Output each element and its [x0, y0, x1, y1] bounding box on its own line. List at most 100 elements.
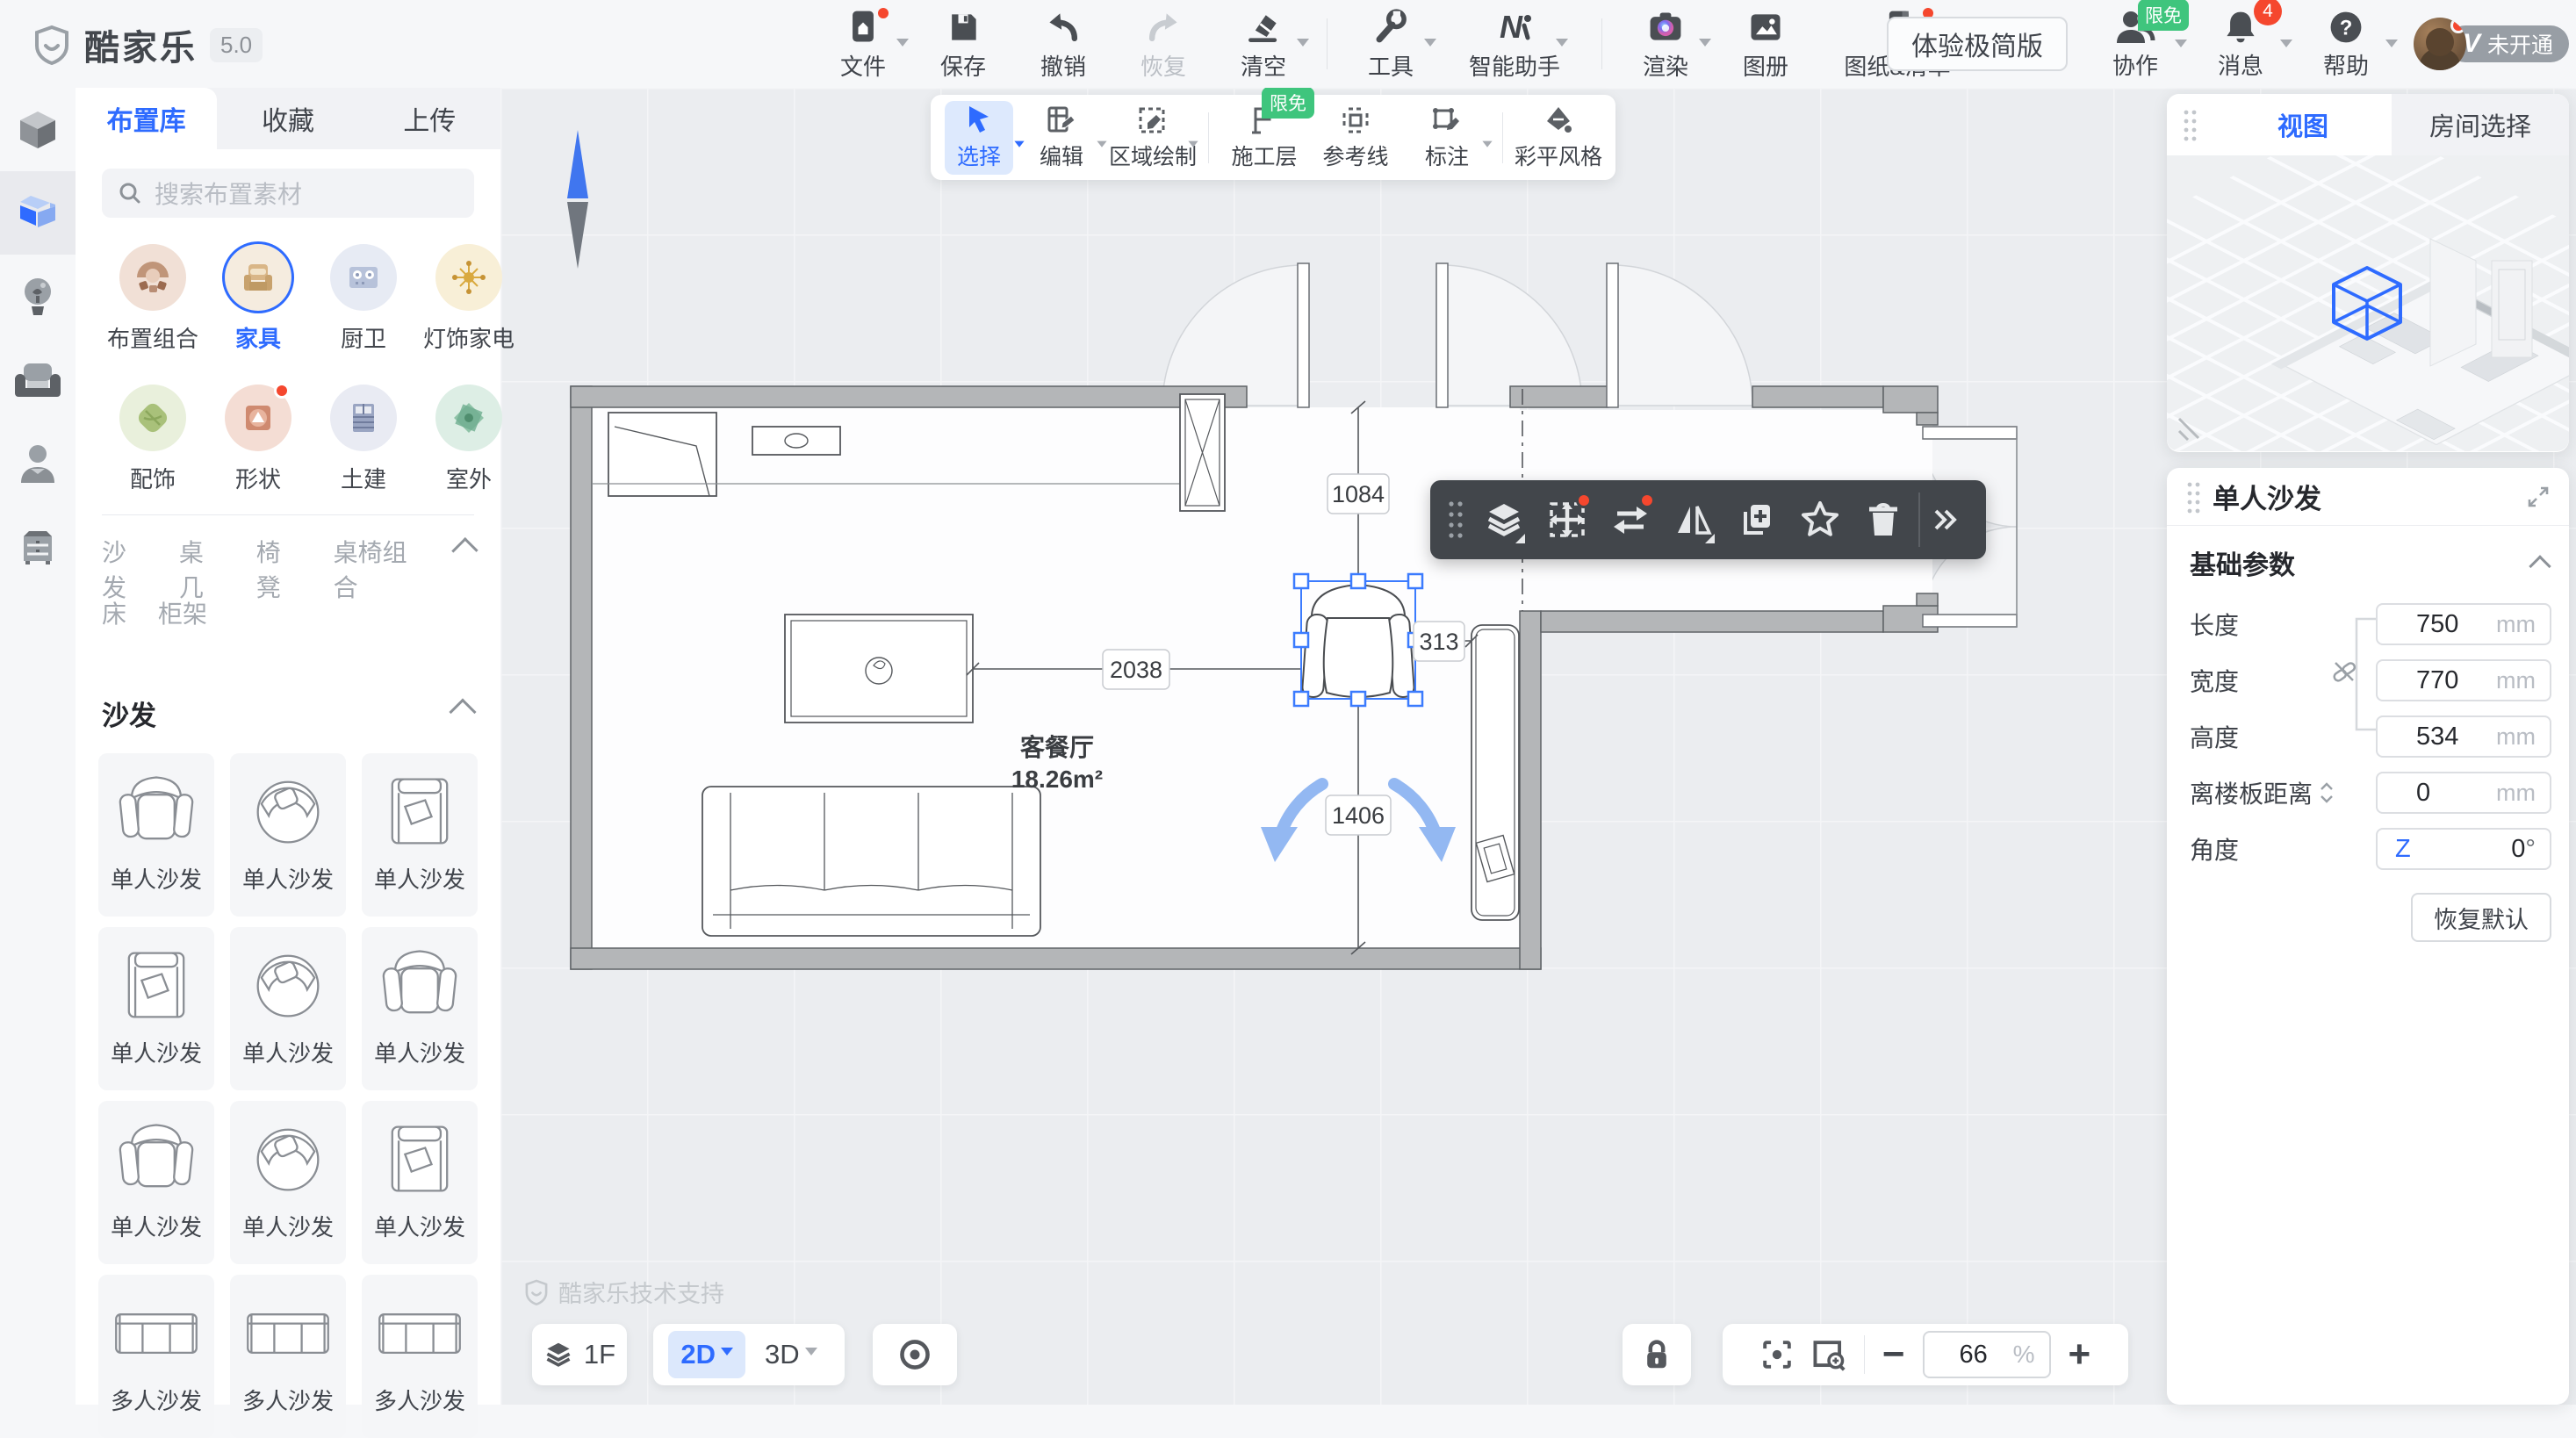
3d-preview[interactable] [2167, 155, 2569, 451]
list-item[interactable]: 多人沙发 [98, 1275, 214, 1438]
category-shapes[interactable]: 形状 [209, 385, 307, 494]
move-button[interactable] [1536, 480, 1599, 559]
tool-annotation[interactable]: 标注 [1404, 101, 1490, 175]
category-outdoor[interactable]: 室外 [420, 385, 518, 494]
favorite-button[interactable] [1788, 480, 1852, 559]
tab-favorites[interactable]: 收藏 [217, 88, 358, 149]
lock-button[interactable] [1623, 1324, 1691, 1385]
length-input[interactable]: 750 mm [2376, 603, 2551, 645]
divider [1327, 18, 1328, 69]
layers-button[interactable] [1472, 480, 1536, 559]
tool-construction-layer[interactable]: 限免 施工层 [1221, 101, 1307, 175]
rail-item-furniture[interactable] [0, 338, 76, 421]
rail-item-lighting[interactable] [0, 255, 76, 338]
list-item[interactable]: 单人沙发 [230, 1101, 346, 1264]
rail-item-furnish[interactable] [0, 171, 76, 255]
sort-updown-icon[interactable] [2320, 781, 2334, 804]
collaboration-button[interactable]: 限免 协作 [2097, 8, 2173, 81]
subcat-tables[interactable]: 桌几 [179, 534, 225, 604]
help-button[interactable]: ? 帮助 [2308, 8, 2384, 81]
subcat-sofa[interactable]: 沙发 [102, 534, 148, 604]
menu-tools[interactable]: 工具 [1349, 7, 1433, 82]
list-item[interactable]: 单人沙发 [362, 1101, 478, 1264]
menu-album[interactable]: 图册 [1723, 7, 1808, 82]
delete-button[interactable] [1852, 480, 1915, 559]
menu-undo[interactable]: 撤销 [1021, 7, 1105, 82]
tool-select[interactable]: 选择 [945, 101, 1013, 175]
swap-button[interactable] [1599, 480, 1662, 559]
trial-version-button[interactable]: 体验极简版 [1887, 17, 2068, 71]
menu-redo[interactable]: 恢复 [1121, 7, 1205, 82]
zoom-region-icon[interactable] [1811, 1338, 1846, 1371]
mirror-button[interactable] [1662, 480, 1725, 559]
list-item[interactable]: 单人沙发 [230, 927, 346, 1090]
list-item[interactable]: 单人沙发 [98, 1101, 214, 1264]
search-input[interactable]: 搜索布置素材 [102, 169, 474, 218]
zoom-out-button[interactable]: − [1882, 1335, 1905, 1374]
tab-view[interactable]: 视图 [2214, 94, 2392, 155]
rail-item-build[interactable] [0, 88, 76, 171]
tab-upload[interactable]: 上传 [359, 88, 500, 149]
subcat-shelves[interactable]: 柜架 [158, 595, 207, 630]
category-combos[interactable]: 布置组合 [104, 244, 202, 354]
drag-handle[interactable] [2167, 94, 2214, 155]
list-item[interactable]: 单人沙发 [362, 753, 478, 917]
focus-center-icon[interactable] [1760, 1338, 1794, 1371]
floor-offset-input[interactable]: 0 mm [2376, 772, 2551, 814]
subcat-chairs[interactable]: 椅凳 [256, 534, 302, 604]
list-item[interactable]: 多人沙发 [230, 1275, 346, 1438]
drag-handle[interactable] [1446, 499, 1465, 541]
mode-3d-button[interactable]: 3D [752, 1339, 830, 1370]
category-furniture[interactable]: 家具 [209, 244, 307, 354]
armchair-top-icon [111, 766, 202, 857]
menu-clear[interactable]: 清空 [1221, 7, 1306, 82]
category-kitchen-bath[interactable]: 厨卫 [314, 244, 413, 354]
tool-region-draw[interactable]: 区域绘制 [1110, 101, 1196, 175]
tool-reference-line[interactable]: 参考线 [1313, 101, 1399, 175]
floor-selector-button[interactable]: 1F [532, 1324, 627, 1385]
axis-z-label[interactable]: Z [2395, 835, 2411, 864]
app-logo[interactable]: 酷家乐 5.0 [32, 19, 263, 70]
notification-dot [274, 383, 290, 399]
subcat-beds[interactable]: 床 [102, 595, 126, 630]
tool-edit[interactable]: 编辑 [1018, 101, 1105, 175]
width-input[interactable]: 770 mm [2376, 659, 2551, 701]
menu-save[interactable]: 保存 [921, 7, 1005, 82]
mode-2d-button[interactable]: 2D [668, 1331, 745, 1378]
tab-room-select[interactable]: 房间选择 [2392, 94, 2569, 155]
view-card: 视图 房间选择 [2167, 94, 2569, 452]
list-item[interactable]: 单人沙发 [98, 753, 214, 917]
menu-render[interactable]: 渲染 [1623, 7, 1708, 82]
category-construction[interactable]: 土建 [314, 385, 413, 494]
zoom-in-button[interactable]: + [2069, 1335, 2091, 1374]
subcat-table-sets[interactable]: 桌椅组合 [334, 534, 425, 604]
angle-input[interactable]: Z 0° [2376, 828, 2551, 870]
list-item[interactable]: 多人沙发 [362, 1275, 478, 1438]
category-lighting-appliance[interactable]: 灯饰家电 [420, 244, 518, 354]
section-basic-params[interactable]: 基础参数 [2167, 526, 2569, 587]
list-item[interactable]: 单人沙发 [362, 927, 478, 1090]
visibility-button[interactable] [873, 1324, 957, 1385]
expand-icon[interactable] [2525, 484, 2551, 510]
zoom-input[interactable]: 66 % [1923, 1331, 2051, 1378]
rail-item-figure[interactable] [0, 421, 76, 505]
height-input[interactable]: 534 mm [2376, 715, 2551, 758]
submenu-corner-icon [1515, 534, 1525, 543]
tab-layout-library[interactable]: 布置库 [76, 88, 217, 149]
collapse-chevron-icon[interactable] [452, 537, 479, 564]
messages-button[interactable]: 4 消息 [2203, 8, 2278, 81]
drag-handle[interactable] [2184, 479, 2204, 514]
rail-item-storage[interactable] [0, 505, 76, 588]
category-accessories[interactable]: 配饰 [104, 385, 202, 494]
menu-ai-assistant[interactable]: N 智能助手 [1449, 7, 1580, 82]
menu-file[interactable]: 文件 [821, 7, 905, 82]
list-item[interactable]: 单人沙发 [98, 927, 214, 1090]
reset-default-button[interactable]: 恢复默认 [2411, 893, 2551, 942]
user-avatar[interactable] [2414, 18, 2466, 70]
dim-left: 2038 [1110, 657, 1162, 683]
collapse-chevron-icon[interactable] [449, 698, 476, 725]
list-item[interactable]: 单人沙发 [230, 753, 346, 917]
more-button[interactable] [1924, 480, 1966, 559]
duplicate-button[interactable] [1725, 480, 1788, 559]
tool-paint-style[interactable]: 彩平风格 [1515, 101, 1601, 175]
